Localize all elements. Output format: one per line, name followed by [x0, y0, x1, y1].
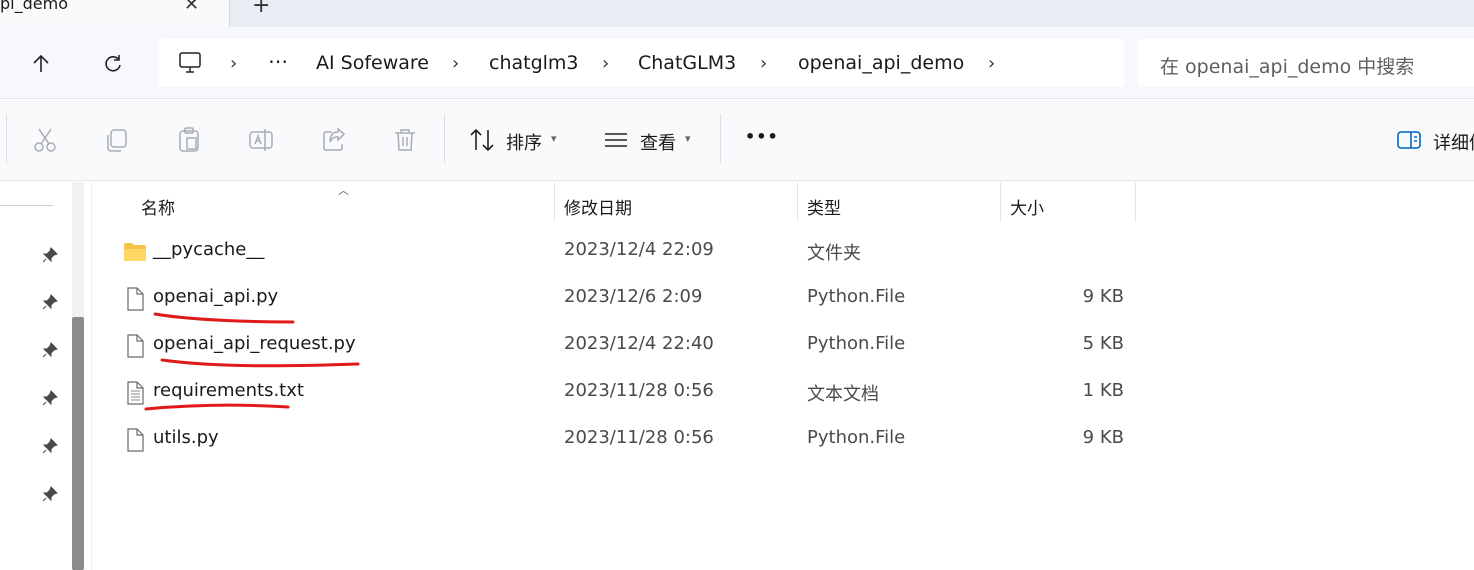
nav-scrollbar-thumb[interactable] — [72, 317, 84, 570]
underline-openai-api — [153, 312, 295, 324]
file-date: 2023/12/6 2:09 — [564, 286, 703, 307]
delete-icon[interactable] — [391, 126, 419, 154]
command-bar: 排序 ▾ 查看 ▾ ••• 详细信 — [0, 100, 1474, 181]
refresh-icon — [105, 55, 121, 72]
column-divider[interactable] — [1000, 182, 1001, 222]
file-explorer-window: pi_demo ✕ + › ⋯ AI Sofeware › chatglm3 ›… — [0, 0, 1474, 570]
column-type[interactable]: 类型 — [807, 194, 841, 219]
arrow-up-icon — [33, 54, 49, 72]
search-placeholder: 在 openai_api_demo 中搜索 — [1160, 56, 1415, 78]
sort-icon — [470, 128, 494, 152]
details-pane-icon — [1397, 131, 1421, 149]
file-row[interactable]: utils.py 2023/11/28 0:56 Python.File 9 K… — [118, 417, 1138, 464]
close-tab-icon[interactable]: ✕ — [184, 0, 199, 15]
breadcrumb-ai-sofeware[interactable]: AI Sofeware — [316, 52, 429, 74]
breadcrumb-openai-api-demo[interactable]: openai_api_demo — [798, 52, 964, 74]
underline-openai-api-request — [160, 358, 360, 368]
toolbar-divider — [444, 114, 445, 164]
file-type: Python.File — [807, 286, 906, 307]
view-list-icon — [605, 133, 627, 147]
pin-icon — [42, 247, 58, 263]
file-type: Python.File — [807, 427, 906, 448]
tab-openai-api-demo[interactable]: pi_demo ✕ — [0, 0, 230, 27]
pin-icon — [42, 390, 58, 406]
column-divider[interactable] — [554, 182, 555, 222]
chevron-right-icon[interactable]: › — [602, 53, 609, 74]
this-pc-icon[interactable] — [178, 51, 204, 75]
chevron-right-icon[interactable]: › — [760, 53, 767, 74]
file-date: 2023/11/28 0:56 — [564, 380, 714, 401]
chevron-right-icon[interactable]: › — [452, 53, 459, 74]
navigation-bar: › ⋯ AI Sofeware › chatglm3 › ChatGLM3 › … — [0, 27, 1474, 99]
folder-icon — [124, 243, 146, 261]
column-size[interactable]: 大小 — [1010, 194, 1044, 219]
sort-label: 排序 — [506, 133, 542, 154]
file-date: 2023/11/28 0:56 — [564, 427, 714, 448]
file-name: utils.py — [153, 427, 219, 448]
toolbar-divider — [6, 114, 7, 164]
pin-icon — [42, 342, 58, 358]
file-date: 2023/12/4 22:40 — [564, 333, 714, 354]
up-button[interactable] — [26, 49, 56, 79]
share-icon[interactable] — [320, 126, 348, 154]
address-bar[interactable]: › ⋯ AI Sofeware › chatglm3 › ChatGLM3 › … — [158, 39, 1124, 87]
breadcrumb-chatglm3-repo[interactable]: ChatGLM3 — [638, 52, 736, 74]
chevron-down-icon: ▾ — [685, 132, 691, 145]
pin-icon — [42, 486, 58, 502]
chevron-right-icon[interactable]: › — [988, 53, 995, 74]
column-divider[interactable] — [797, 182, 798, 222]
pin-icon — [42, 294, 58, 310]
file-size: 9 KB — [1082, 286, 1124, 307]
file-icon — [127, 428, 144, 452]
file-name: openai_api.py — [153, 286, 279, 307]
chevron-down-icon: ▾ — [551, 132, 557, 145]
breadcrumb-overflow-button[interactable]: ⋯ — [268, 49, 288, 73]
copy-icon[interactable] — [103, 126, 131, 154]
file-name: __pycache__ — [153, 239, 265, 260]
cut-icon[interactable] — [31, 126, 59, 154]
column-date-modified[interactable]: 修改日期 — [564, 194, 632, 219]
chevron-right-icon[interactable]: › — [230, 53, 237, 74]
file-type: Python.File — [807, 333, 906, 354]
file-type: 文件夹 — [807, 243, 861, 264]
file-size: 1 KB — [1082, 380, 1124, 401]
column-divider[interactable] — [1135, 182, 1136, 222]
file-size: 9 KB — [1082, 427, 1124, 448]
underline-requirements — [144, 403, 290, 411]
nav-separator — [0, 205, 53, 206]
navigation-pane — [0, 182, 92, 570]
new-tab-button[interactable]: + — [252, 0, 270, 18]
more-options-button[interactable]: ••• — [745, 127, 779, 146]
view-label: 查看 — [640, 133, 676, 154]
file-type: 文本文档 — [807, 384, 879, 405]
breadcrumb-chatglm3[interactable]: chatglm3 — [489, 52, 579, 74]
column-header: 名称 修改日期 类型 大小 — [92, 182, 1474, 225]
file-date: 2023/12/4 22:09 — [564, 239, 714, 260]
refresh-button[interactable] — [98, 49, 128, 79]
column-name[interactable]: 名称 — [141, 194, 175, 219]
details-label: 详细信 — [1433, 133, 1474, 154]
pin-icon — [42, 438, 58, 454]
file-size: 5 KB — [1082, 333, 1124, 354]
file-row[interactable]: __pycache__ 2023/12/4 22:09 文件夹 — [118, 229, 1138, 276]
paste-icon[interactable] — [175, 126, 203, 154]
rename-icon[interactable] — [247, 126, 275, 154]
sort-ascending-icon: ︿ — [338, 184, 349, 197]
tab-title: pi_demo — [0, 0, 68, 13]
toolbar-divider — [720, 114, 721, 164]
red-underline-annotations — [144, 312, 360, 411]
search-input[interactable]: 在 openai_api_demo 中搜索 — [1138, 39, 1474, 87]
tab-strip: pi_demo ✕ + — [0, 0, 1474, 27]
